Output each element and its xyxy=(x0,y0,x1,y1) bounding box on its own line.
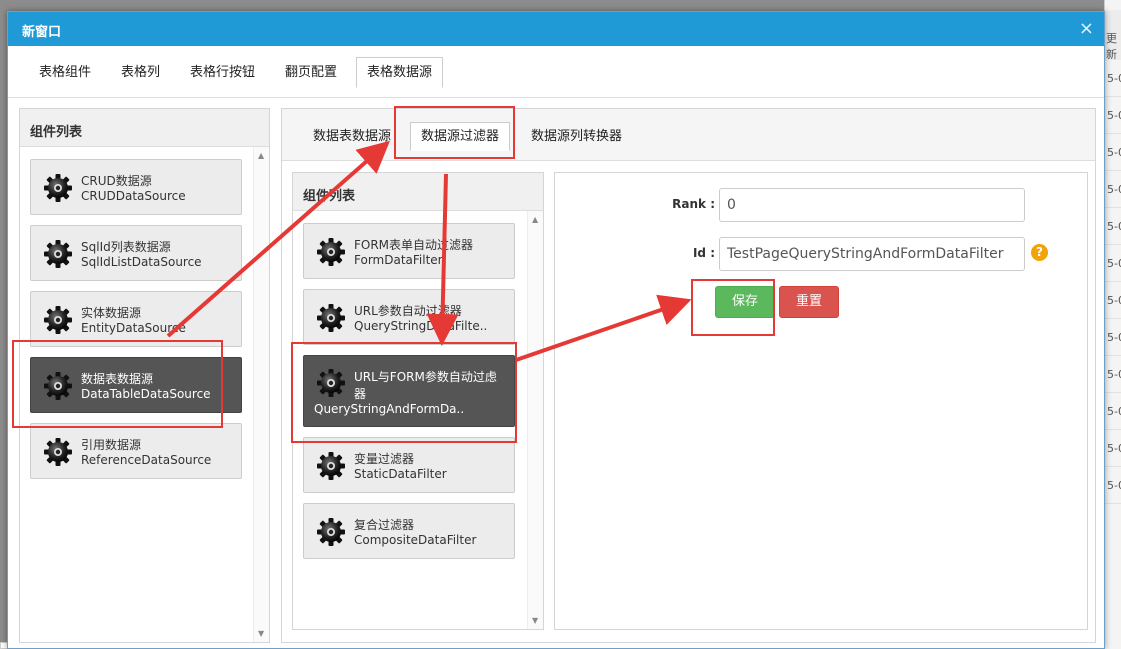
list-item-datatable-datasource[interactable]: 数据表数据源 DataTableDataSource xyxy=(30,357,242,413)
background-row: 5-0 xyxy=(1105,245,1121,282)
filter-component-list: FORM表单自动过滤器 FormDataFilter URL参数自动过滤器 Qu… xyxy=(293,211,543,629)
item-en-label: ReferenceDataSource xyxy=(81,453,212,467)
list-item-sqlid-datasource[interactable]: SqlId列表数据源 SqlIdListDataSource xyxy=(30,225,242,281)
item-en-label: FormDataFilter xyxy=(354,253,443,267)
tab-row-buttons[interactable]: 表格行按钮 xyxy=(179,57,266,88)
dialog-window: 新窗口 × 表格组件 表格列 表格行按钮 翻页配置 表格数据源 组件列表 CRU… xyxy=(7,11,1105,649)
left-panel-title: 组件列表 xyxy=(20,109,269,147)
rank-row: Rank : 0 xyxy=(555,188,1087,222)
rank-label: Rank : xyxy=(672,197,715,211)
background-row: 5-0 xyxy=(1105,60,1121,97)
gear-icon xyxy=(43,371,73,401)
left-component-panel: 组件列表 CRUD数据源 CRUDDataSource SqlId列表数据源 S… xyxy=(19,108,270,643)
item-cn-label: 引用数据源 xyxy=(81,438,142,452)
item-cn-label: CRUD数据源 xyxy=(81,174,152,188)
tab-paging-config[interactable]: 翻页配置 xyxy=(274,57,348,88)
mid-scrollbar[interactable]: ▲ ▼ xyxy=(527,211,543,629)
scroll-up-icon[interactable]: ▲ xyxy=(532,215,538,224)
background-row: 5-0 xyxy=(1105,356,1121,393)
mid-panel-title: 组件列表 xyxy=(293,173,543,211)
background-row: 5-0 xyxy=(1105,430,1121,467)
filter-property-form: Rank : 0 Id : TestPageQueryStringAndForm… xyxy=(554,172,1088,630)
scroll-down-icon[interactable]: ▼ xyxy=(258,629,264,638)
background-row: 5-0 xyxy=(1105,282,1121,319)
dialog-title: 新窗口 xyxy=(22,25,62,40)
tab-datasource-filter[interactable]: 数据源过滤器 xyxy=(410,122,511,151)
item-en-label: SqlIdListDataSource xyxy=(81,255,202,269)
rank-input[interactable]: 0 xyxy=(719,188,1025,222)
id-label: Id : xyxy=(692,246,715,260)
list-item-reference-datasource[interactable]: 引用数据源 ReferenceDataSource xyxy=(30,423,242,479)
sub-tab-bar: 数据表数据源 数据源过滤器 数据源列转换器 xyxy=(282,109,1095,161)
tab-column-converter[interactable]: 数据源列转换器 xyxy=(520,122,633,151)
item-en-label: QueryStringDataFilte.. xyxy=(354,319,488,333)
reset-button[interactable]: 重置 xyxy=(779,286,839,318)
list-item-form-filter[interactable]: FORM表单自动过滤器 FormDataFilter xyxy=(303,223,515,279)
item-en-label: CRUDDataSource xyxy=(81,189,186,203)
item-cn-label: URL参数自动过滤器 xyxy=(354,304,462,318)
tab-datatable-source[interactable]: 数据表数据源 xyxy=(302,122,402,151)
top-tab-bar: 表格组件 表格列 表格行按钮 翻页配置 表格数据源 xyxy=(8,46,1104,98)
help-icon[interactable]: ? xyxy=(1031,244,1048,261)
list-item-entity-datasource[interactable]: 实体数据源 EntityDataSource xyxy=(30,291,242,347)
item-cn-label: URL与FORM参数自动过虑 xyxy=(354,370,497,384)
item-cn-label: 数据表数据源 xyxy=(81,372,154,386)
item-en-label: DataTableDataSource xyxy=(81,387,211,401)
tab-table-datasource[interactable]: 表格数据源 xyxy=(356,57,444,88)
gear-icon xyxy=(43,173,73,203)
tab-table-columns[interactable]: 表格列 xyxy=(110,57,171,88)
scroll-down-icon[interactable]: ▼ xyxy=(532,616,538,625)
item-cn-label: 实体数据源 xyxy=(81,306,142,320)
tab-table-component[interactable]: 表格组件 xyxy=(28,57,102,88)
background-row: 5-0 xyxy=(1105,208,1121,245)
item-cn-label: FORM表单自动过滤器 xyxy=(354,238,474,252)
left-component-list: CRUD数据源 CRUDDataSource SqlId列表数据源 SqlIdL… xyxy=(20,147,269,642)
item-en-label: QueryStringAndFormDa.. xyxy=(314,402,465,416)
gear-icon xyxy=(43,305,73,335)
item-en-label: StaticDataFilter xyxy=(354,467,447,481)
gear-icon xyxy=(43,437,73,467)
item-cn-label: 复合过滤器 xyxy=(354,518,415,532)
background-page: 更新 5-0 5-0 5-0 5-0 5-0 5-0 5-0 5-0 5-0 5… xyxy=(1104,0,1121,649)
gear-icon xyxy=(316,517,346,547)
save-button[interactable]: 保存 xyxy=(715,286,775,318)
left-scrollbar[interactable]: ▲ ▼ xyxy=(253,147,269,642)
background-row: 5-0 xyxy=(1105,134,1121,171)
list-item-crud-datasource[interactable]: CRUD数据源 CRUDDataSource xyxy=(30,159,242,215)
item-cn-label: SqlId列表数据源 xyxy=(81,240,171,254)
item-en-label: EntityDataSource xyxy=(81,321,186,335)
list-item-querystring-form-filter[interactable]: URL与FORM参数自动过虑 器 QueryStringAndFormDa.. xyxy=(303,355,515,427)
gear-icon xyxy=(316,303,346,333)
gear-icon xyxy=(43,239,73,269)
background-row: 5-0 xyxy=(1105,171,1121,208)
gear-icon xyxy=(316,451,346,481)
item-cn-label-cont: 器 xyxy=(354,387,367,401)
item-cn-label: 变量过滤器 xyxy=(354,452,415,466)
list-item-querystring-filter[interactable]: URL参数自动过滤器 QueryStringDataFilte.. xyxy=(303,289,515,345)
gear-icon xyxy=(316,368,346,398)
gear-icon xyxy=(316,237,346,267)
item-en-label: CompositeDataFilter xyxy=(354,533,477,547)
list-item-composite-filter[interactable]: 复合过滤器 CompositeDataFilter xyxy=(303,503,515,559)
dialog-titlebar[interactable]: 新窗口 × xyxy=(8,12,1104,46)
close-icon[interactable]: × xyxy=(1079,18,1094,39)
background-row: 5-0 xyxy=(1105,319,1121,356)
id-input[interactable]: TestPageQueryStringAndFormDataFilter xyxy=(719,237,1025,271)
background-row: 5-0 xyxy=(1105,467,1121,504)
background-row: 5-0 xyxy=(1105,97,1121,134)
filter-component-panel: 组件列表 FORM表单自动过滤器 FormDataFilter URL参数自动过… xyxy=(292,172,544,630)
datasource-config-panel: 数据表数据源 数据源过滤器 数据源列转换器 组件列表 FORM表单自动过滤器 F… xyxy=(281,108,1096,643)
background-header: 更新 xyxy=(1105,10,1121,61)
list-item-static-filter[interactable]: 变量过滤器 StaticDataFilter xyxy=(303,437,515,493)
scroll-up-icon[interactable]: ▲ xyxy=(258,151,264,160)
id-row: Id : TestPageQueryStringAndFormDataFilte… xyxy=(555,237,1087,271)
background-header-text: 更新 xyxy=(1106,32,1117,61)
background-row: 5-0 xyxy=(1105,393,1121,430)
